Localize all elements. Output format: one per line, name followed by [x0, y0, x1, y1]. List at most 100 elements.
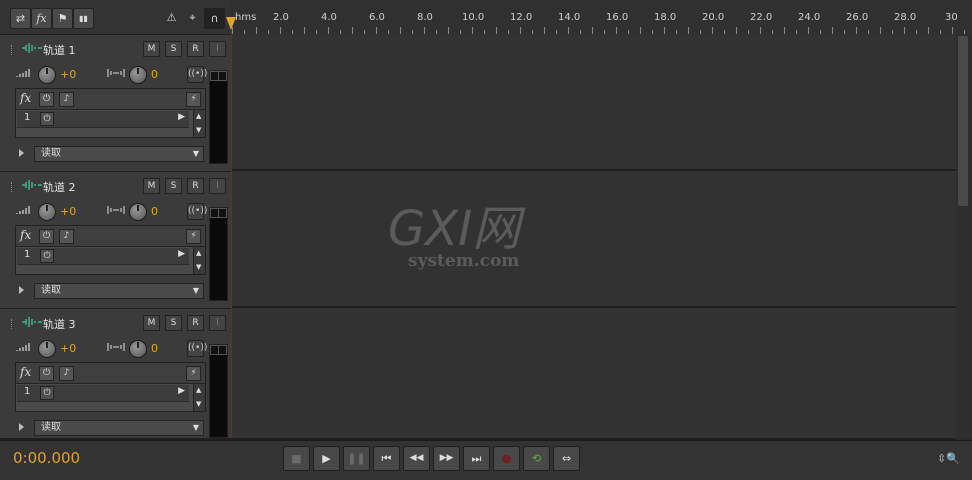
track-name[interactable]: 轨道 2: [43, 179, 76, 195]
power-icon[interactable]: ⏻: [39, 366, 54, 381]
track-lane[interactable]: [231, 34, 956, 171]
eq-button[interactable]: ▮▮: [73, 8, 94, 29]
preset-icon[interactable]: ♪: [59, 366, 74, 381]
slot-arrow-icon[interactable]: ▶: [178, 386, 185, 396]
record-arm-button[interactable]: R: [187, 178, 204, 194]
preset-icon[interactable]: ♪: [59, 92, 74, 107]
go-to-end-button[interactable]: ⏭: [463, 446, 490, 471]
effects-scrollbar[interactable]: ▲ ▼: [193, 384, 205, 411]
playhead-marker-icon[interactable]: [226, 17, 236, 30]
automation-mode-select[interactable]: 读取 ▼: [34, 146, 204, 162]
ruler-minor-tick: [352, 27, 353, 34]
pan-icon[interactable]: ⌖: [183, 8, 202, 27]
effects-header: fx ⏻ ♪ ⚡: [16, 89, 205, 110]
volume-knob[interactable]: [38, 340, 56, 358]
zoom-icon[interactable]: ⇳🔍: [937, 452, 960, 465]
effects-scrollbar[interactable]: ▲ ▼: [193, 110, 205, 137]
time-ruler[interactable]: hms 2.0 4.0 6.0 8.0 10.0 12.0 14.0 16.0 …: [231, 0, 972, 35]
ruler-minor-tick: [256, 27, 257, 34]
play-button[interactable]: ▶: [313, 446, 340, 471]
slot-power-icon[interactable]: ⏻: [40, 386, 54, 400]
expand-icon[interactable]: [19, 423, 24, 431]
power-icon[interactable]: ⏻: [39, 92, 54, 107]
ruler-minor-tick: [856, 27, 857, 34]
headphones-icon[interactable]: ∩: [204, 8, 225, 29]
input-monitor-button[interactable]: I: [209, 178, 226, 194]
ruler-minor-tick: [376, 27, 377, 34]
output-icon[interactable]: ((•)): [187, 203, 207, 220]
effects-scrollbar[interactable]: ▲ ▼: [193, 247, 205, 274]
playhead-line[interactable]: [231, 18, 232, 438]
sends-button[interactable]: ⚑: [52, 8, 73, 29]
track-lanes[interactable]: [231, 34, 956, 440]
ruler-minor-tick: [424, 27, 425, 34]
slot-power-icon[interactable]: ⏻: [40, 249, 54, 263]
fast-forward-button[interactable]: ▶▶: [433, 446, 460, 471]
ruler-minor-tick: [328, 27, 329, 34]
input-monitor-button[interactable]: I: [209, 41, 226, 57]
pan-value[interactable]: 0: [151, 68, 158, 81]
stop-button[interactable]: ■: [283, 446, 310, 471]
lightning-icon[interactable]: ⚡: [186, 366, 201, 381]
drag-handle[interactable]: [11, 182, 15, 192]
effects-rack-button[interactable]: fx: [31, 8, 52, 29]
effect-slot[interactable]: 1 ⏻ ▶: [17, 111, 189, 128]
pan-knob[interactable]: [129, 66, 147, 84]
mute-button[interactable]: M: [143, 178, 160, 194]
automation-mode-select[interactable]: 读取 ▼: [34, 283, 204, 299]
solo-button[interactable]: S: [165, 178, 182, 194]
output-icon[interactable]: ((•)): [187, 340, 207, 357]
volume-knob[interactable]: [38, 66, 56, 84]
pause-button[interactable]: ❚❚: [343, 446, 370, 471]
output-icon[interactable]: ((•)): [187, 66, 207, 83]
power-icon[interactable]: ⏻: [39, 229, 54, 244]
track-name[interactable]: 轨道 1: [43, 42, 76, 58]
track-name[interactable]: 轨道 3: [43, 316, 76, 332]
volume-value[interactable]: +0: [60, 342, 76, 355]
go-to-start-button[interactable]: ⏮: [373, 446, 400, 471]
solo-button[interactable]: S: [165, 41, 182, 57]
slot-arrow-icon[interactable]: ▶: [178, 112, 185, 122]
effect-slot[interactable]: 1 ⏻ ▶: [17, 385, 189, 402]
effect-slot[interactable]: 1 ⏻ ▶: [17, 248, 189, 265]
waveform-icon: [22, 180, 42, 190]
expand-icon[interactable]: [19, 149, 24, 157]
solo-button[interactable]: S: [165, 315, 182, 331]
slot-arrow-icon[interactable]: ▶: [178, 249, 185, 259]
drag-handle[interactable]: [11, 45, 15, 55]
metronome-icon[interactable]: ⚠: [162, 8, 181, 27]
expand-icon[interactable]: [19, 286, 24, 294]
skip-selection-button[interactable]: ⇔: [553, 446, 580, 471]
pan-knob[interactable]: [129, 203, 147, 221]
lightning-icon[interactable]: ⚡: [186, 92, 201, 107]
mute-button[interactable]: M: [143, 41, 160, 57]
volume-value[interactable]: +0: [60, 205, 76, 218]
preset-icon[interactable]: ♪: [59, 229, 74, 244]
input-monitor-button[interactable]: I: [209, 315, 226, 331]
ruler-minor-tick: [712, 27, 713, 34]
switch-view-button[interactable]: ⇄: [10, 8, 31, 29]
loop-button[interactable]: ⟲: [523, 446, 550, 471]
track-lane[interactable]: [231, 308, 956, 440]
time-display[interactable]: 0:00.000: [13, 449, 80, 467]
mute-button[interactable]: M: [143, 315, 160, 331]
pan-value[interactable]: 0: [151, 342, 158, 355]
scrollbar-thumb[interactable]: [958, 36, 968, 206]
record-arm-button[interactable]: R: [187, 41, 204, 57]
record-arm-button[interactable]: R: [187, 315, 204, 331]
track-lane[interactable]: [231, 171, 956, 308]
effects-rack: fx ⏻ ♪ ⚡ 1 ⏻ ▶ ▲ ▼: [15, 225, 206, 275]
svg-text:GXI网: GXI网: [388, 201, 526, 257]
lightning-icon[interactable]: ⚡: [186, 229, 201, 244]
drag-handle[interactable]: [11, 319, 15, 329]
track-header: 轨道 1 M S R I +0 0 ((•)) fx ⏻ ♪ ⚡ 1 ⏻ ▶ ▲…: [0, 35, 231, 173]
ruler-minor-tick: [760, 27, 761, 34]
volume-value[interactable]: +0: [60, 68, 76, 81]
slot-power-icon[interactable]: ⏻: [40, 112, 54, 126]
volume-knob[interactable]: [38, 203, 56, 221]
rewind-button[interactable]: ◀◀: [403, 446, 430, 471]
automation-mode-select[interactable]: 读取 ▼: [34, 420, 204, 436]
pan-knob[interactable]: [129, 340, 147, 358]
pan-value[interactable]: 0: [151, 205, 158, 218]
record-button[interactable]: ●: [493, 446, 520, 471]
